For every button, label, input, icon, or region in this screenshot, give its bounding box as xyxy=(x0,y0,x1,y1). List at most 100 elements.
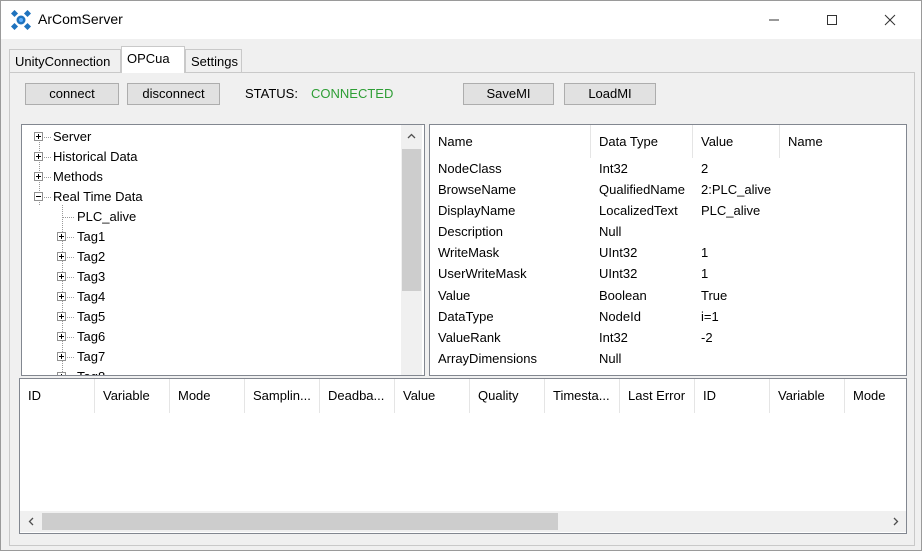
close-button[interactable] xyxy=(867,1,913,39)
attribute-name: WriteMask xyxy=(438,245,500,260)
attribute-row[interactable]: BrowseName QualifiedName 2:PLC_alive xyxy=(430,179,906,200)
attribute-row[interactable]: ValueRank Int32 -2 xyxy=(430,327,906,348)
expand-icon[interactable] xyxy=(34,152,43,161)
column-header-deadband[interactable]: Deadba... xyxy=(320,379,395,413)
scroll-thumb[interactable] xyxy=(42,513,558,530)
expand-icon[interactable] xyxy=(57,332,66,341)
column-header-name-2[interactable]: Name xyxy=(780,125,906,158)
attribute-name: UserWriteMask xyxy=(438,266,527,281)
column-header-timestamp[interactable]: Timesta... xyxy=(545,379,620,413)
tree-item-real-time-data[interactable]: Real Time Data xyxy=(22,187,402,207)
column-header-quality[interactable]: Quality xyxy=(470,379,545,413)
attribute-row[interactable]: Description Null xyxy=(430,221,906,242)
attribute-value: 2 xyxy=(701,161,709,176)
tree-item-tag6[interactable]: Tag6 xyxy=(22,327,402,347)
monitor-horizontal-scrollbar[interactable] xyxy=(20,511,906,532)
tab-opcua[interactable]: OPCua xyxy=(121,46,185,73)
expand-icon[interactable] xyxy=(57,372,66,375)
scroll-thumb[interactable] xyxy=(402,149,421,291)
tree-item-plc-alive[interactable]: PLC_alive xyxy=(22,207,402,227)
expand-icon[interactable] xyxy=(34,132,43,141)
column-header-mode[interactable]: Mode xyxy=(170,379,245,413)
tree-item-label: Tag6 xyxy=(77,329,106,344)
scroll-up-arrow[interactable] xyxy=(401,125,422,147)
column-header-id-2[interactable]: ID xyxy=(695,379,770,413)
column-header-last-error[interactable]: Last Error xyxy=(620,379,695,413)
attribute-row[interactable]: Value Boolean True xyxy=(430,285,906,306)
tree-item-label: Historical Data xyxy=(53,149,138,164)
column-header-name[interactable]: Name xyxy=(430,125,591,158)
attribute-type: Int32 xyxy=(599,330,628,345)
attribute-type: NodeId xyxy=(599,309,641,324)
expand-icon[interactable] xyxy=(57,312,66,321)
attribute-value: i=1 xyxy=(701,309,719,324)
attribute-value: True xyxy=(701,288,728,303)
tree-item-tag7[interactable]: Tag7 xyxy=(22,347,402,367)
column-header-sampling[interactable]: Samplin... xyxy=(245,379,320,413)
tab-settings[interactable]: Settings xyxy=(185,49,242,72)
attribute-name: ArrayDimensions xyxy=(438,351,537,366)
title-bar[interactable]: ArComServer xyxy=(1,1,921,39)
expand-icon[interactable] xyxy=(57,252,66,261)
attribute-name: DataType xyxy=(438,309,494,324)
attribute-row[interactable]: NodeClass Int32 2 xyxy=(430,158,906,179)
attribute-row[interactable]: DataType NodeId i=1 xyxy=(430,306,906,327)
tree-item-tag4[interactable]: Tag4 xyxy=(22,287,402,307)
column-header-value[interactable]: Value xyxy=(395,379,470,413)
chevron-up-icon xyxy=(407,133,416,139)
column-header-id[interactable]: ID xyxy=(20,379,95,413)
chevron-left-icon xyxy=(28,517,33,526)
attribute-value: 1 xyxy=(701,245,709,260)
tree-item-tag2[interactable]: Tag2 xyxy=(22,247,402,267)
maximize-button[interactable] xyxy=(809,1,855,39)
attribute-name: Description xyxy=(438,224,504,239)
collapse-icon[interactable] xyxy=(34,192,43,201)
expand-icon[interactable] xyxy=(57,352,66,361)
address-space-tree[interactable]: Server Historical Data Methods Real Time… xyxy=(21,124,425,376)
minimize-icon xyxy=(769,19,779,21)
tree-item-historical-data[interactable]: Historical Data xyxy=(22,147,402,167)
attribute-type: LocalizedText xyxy=(599,203,678,218)
tree-item-methods[interactable]: Methods xyxy=(22,167,402,187)
attribute-value: -2 xyxy=(701,330,713,345)
attribute-value: 1 xyxy=(701,266,709,281)
tree-item-tag1[interactable]: Tag1 xyxy=(22,227,402,247)
tree-item-label: Server xyxy=(53,129,92,144)
expand-icon[interactable] xyxy=(34,172,43,181)
attribute-value: PLC_alive xyxy=(701,203,761,218)
column-header-variable-2[interactable]: Variable xyxy=(770,379,845,413)
maximize-icon xyxy=(827,15,837,25)
tree-item-label: Tag3 xyxy=(77,269,106,284)
attribute-type: Null xyxy=(599,351,622,366)
column-header-variable[interactable]: Variable xyxy=(95,379,170,413)
save-mi-button[interactable]: SaveMI xyxy=(463,83,554,105)
attribute-row[interactable]: DisplayName LocalizedText PLC_alive xyxy=(430,200,906,221)
tree-item-tag8[interactable]: Tag8 xyxy=(22,367,402,375)
attribute-row[interactable]: WriteMask UInt32 1 xyxy=(430,242,906,263)
attribute-type: Null xyxy=(599,224,622,239)
column-header-data-type[interactable]: Data Type xyxy=(591,125,693,158)
attributes-header: Name Data Type Value Name xyxy=(430,125,906,158)
attribute-type: UInt32 xyxy=(599,245,638,260)
expand-icon[interactable] xyxy=(57,272,66,281)
tree-vertical-scrollbar[interactable] xyxy=(401,125,422,375)
load-mi-button[interactable]: LoadMI xyxy=(564,83,656,105)
tree-item-tag3[interactable]: Tag3 xyxy=(22,267,402,287)
tree-item-tag5[interactable]: Tag5 xyxy=(22,307,402,327)
attribute-row[interactable]: UserWriteMask UInt32 1 xyxy=(430,263,906,284)
tab-unityconnection[interactable]: UnityConnection xyxy=(9,49,121,72)
disconnect-button[interactable]: disconnect xyxy=(127,83,220,105)
column-header-mode-2[interactable]: Mode xyxy=(845,379,906,413)
tree-item-server[interactable]: Server xyxy=(22,127,402,147)
expand-icon[interactable] xyxy=(57,292,66,301)
minimize-button[interactable] xyxy=(751,1,797,39)
scroll-left-arrow[interactable] xyxy=(20,511,41,532)
scroll-right-arrow[interactable] xyxy=(885,511,906,532)
attribute-row[interactable]: ArrayDimensions Null xyxy=(430,348,906,369)
column-header-value[interactable]: Value xyxy=(693,125,780,158)
attributes-list[interactable]: Name Data Type Value Name NodeClass Int3… xyxy=(429,124,907,376)
tree-item-label: Methods xyxy=(53,169,103,184)
expand-icon[interactable] xyxy=(57,232,66,241)
attribute-name: BrowseName xyxy=(438,182,517,197)
connect-button[interactable]: connect xyxy=(25,83,119,105)
